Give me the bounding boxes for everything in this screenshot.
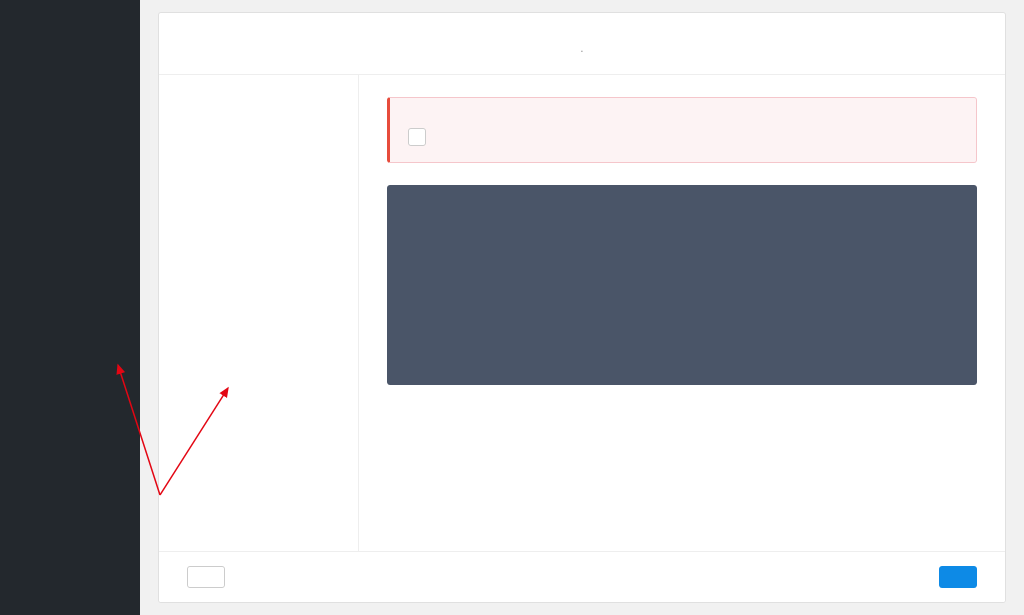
- reset-button[interactable]: [187, 566, 225, 588]
- save-button[interactable]: [939, 566, 977, 588]
- tab-content: [359, 75, 1005, 551]
- page-subtitle: .: [179, 41, 985, 56]
- card-header: .: [159, 13, 1005, 75]
- settings-tabs: [159, 75, 359, 551]
- htaccess-editor[interactable]: [387, 185, 977, 385]
- admin-sidebar: [0, 0, 140, 615]
- card-footer: [159, 551, 1005, 602]
- main-area: .: [140, 0, 1024, 615]
- warning-alert: [387, 97, 977, 163]
- settings-card: .: [158, 12, 1006, 603]
- risk-checkbox[interactable]: [408, 128, 426, 146]
